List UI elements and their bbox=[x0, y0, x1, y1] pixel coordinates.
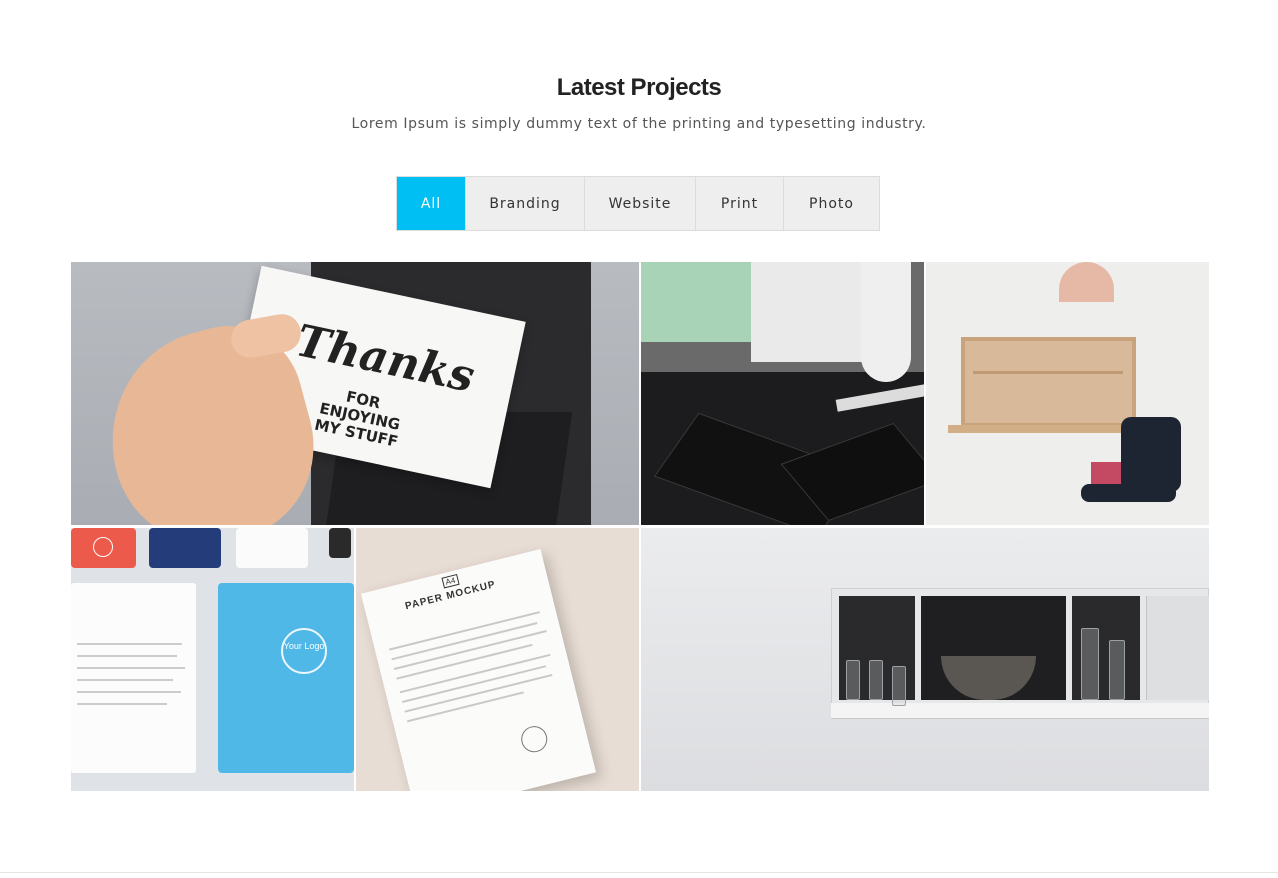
text-line bbox=[77, 643, 182, 645]
text-line bbox=[77, 691, 181, 693]
navy-business-card bbox=[149, 528, 221, 568]
ruler-shape bbox=[835, 384, 924, 412]
section-title: Latest Projects bbox=[556, 74, 722, 101]
card-caption: FOR ENJOYING MY STUFF bbox=[313, 383, 406, 450]
bottle-shape bbox=[1109, 640, 1125, 700]
green-paper-shape bbox=[641, 262, 761, 342]
wine-glass-shape bbox=[892, 666, 906, 706]
binder-clip-icon bbox=[329, 528, 351, 558]
section-divider bbox=[0, 872, 1278, 873]
shelf-compartment bbox=[1146, 596, 1209, 700]
filter-all-button[interactable]: All bbox=[397, 177, 466, 230]
chair-seat-shape bbox=[1081, 484, 1176, 502]
bottle-shape bbox=[1081, 628, 1099, 700]
filter-branding-button[interactable]: Branding bbox=[466, 177, 585, 230]
card-script-text: Thanks bbox=[291, 315, 479, 403]
text-line bbox=[77, 667, 185, 669]
white-business-card bbox=[236, 528, 308, 568]
portfolio-item-dark-stationery[interactable] bbox=[641, 262, 924, 525]
sheet-badge: A4 bbox=[441, 574, 460, 589]
section-subtitle: Lorem Ipsum is simply dummy text of the … bbox=[351, 116, 927, 132]
seal-icon bbox=[518, 723, 551, 755]
filter-website-button[interactable]: Website bbox=[585, 177, 696, 230]
portfolio-filter-bar: All Branding Website Print Photo bbox=[396, 176, 880, 231]
paper-sheet: A4 PAPER MOCKUP bbox=[360, 549, 597, 791]
blue-folder bbox=[218, 583, 354, 773]
red-business-card bbox=[71, 528, 136, 568]
portfolio-item-paper-mockup[interactable]: A4 PAPER MOCKUP bbox=[356, 528, 639, 791]
logo-text: Your Logo bbox=[283, 641, 325, 651]
text-line bbox=[77, 655, 177, 657]
wall-cabinet-shape bbox=[961, 337, 1136, 427]
wine-glass-shape bbox=[869, 660, 883, 700]
your-logo-badge: Your Logo bbox=[281, 628, 327, 674]
portfolio-item-brand-stationery[interactable]: Your Logo bbox=[71, 528, 354, 791]
portfolio-item-wall-shelves[interactable] bbox=[641, 528, 1209, 791]
shelf-ledge bbox=[831, 703, 1209, 719]
chair-back-shape bbox=[1121, 417, 1181, 492]
text-line bbox=[404, 673, 553, 713]
filter-photo-button[interactable]: Photo bbox=[784, 177, 879, 230]
text-line bbox=[77, 679, 173, 681]
text-line bbox=[389, 611, 540, 651]
portfolio-item-wall-desk[interactable] bbox=[926, 262, 1209, 525]
cabinet-shelf-shape bbox=[973, 371, 1123, 374]
card-logo-icon bbox=[93, 537, 113, 557]
paper-tube-shape bbox=[861, 262, 911, 382]
wine-glass-shape bbox=[846, 660, 860, 700]
portfolio-item-thanks-card[interactable]: Thanks FOR ENJOYING MY STUFF bbox=[71, 262, 639, 525]
desk-surface-shape bbox=[948, 425, 1148, 433]
text-line bbox=[393, 630, 547, 670]
letterhead-sheet bbox=[71, 583, 196, 773]
text-line bbox=[77, 703, 167, 705]
filter-print-button[interactable]: Print bbox=[696, 177, 784, 230]
text-line bbox=[391, 622, 538, 661]
pendant-lamp-shape bbox=[1059, 262, 1114, 302]
